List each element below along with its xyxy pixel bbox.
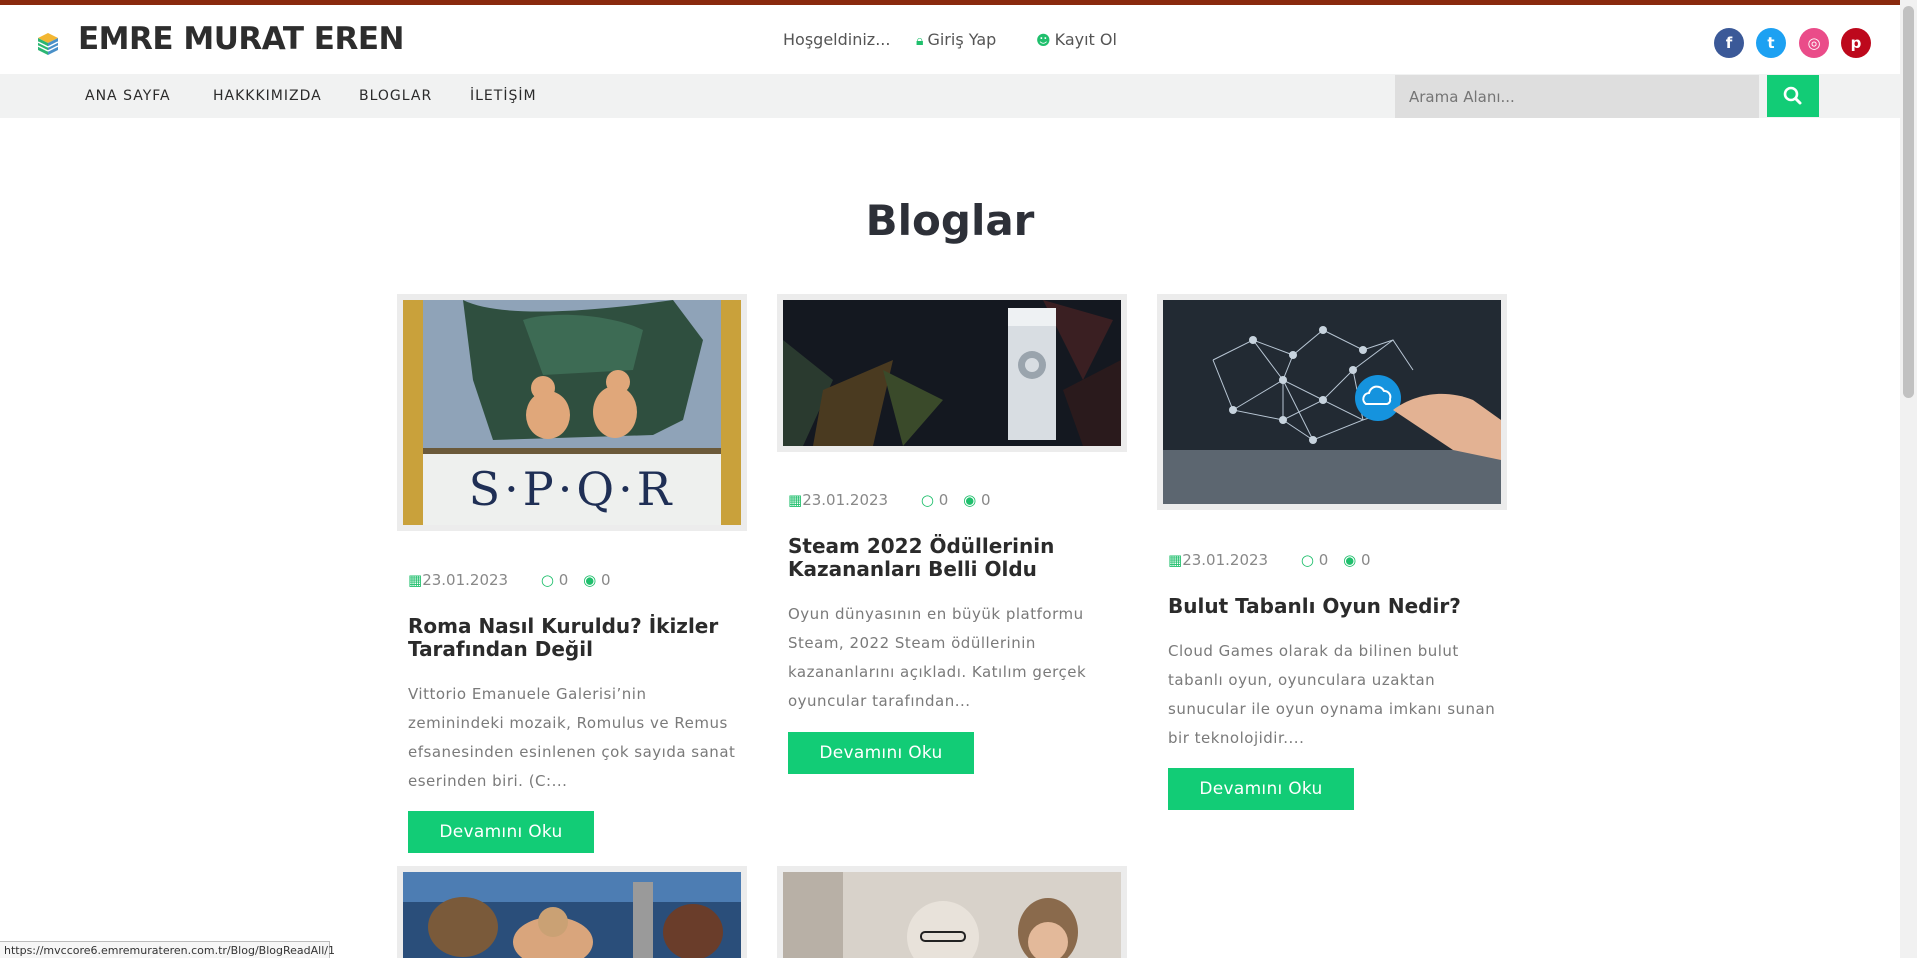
post-image-painting[interactable] <box>397 866 747 958</box>
login-link[interactable]: 🔒︎ Giriş Yap <box>916 30 996 49</box>
view-count: 0 <box>600 571 611 589</box>
painting-illustration <box>403 872 741 958</box>
scrollbar-thumb[interactable] <box>1903 6 1914 398</box>
spqr-text: S·P·Q·R <box>468 462 676 516</box>
site-header: EMRE MURAT EREN Hoşgeldiniz... 🔒︎ Giriş Y… <box>0 5 1900 74</box>
post-title[interactable]: Bulut Tabanlı Oyun Nedir? <box>1168 595 1508 618</box>
logo-icon[interactable] <box>34 28 64 58</box>
view-count: 0 <box>1360 551 1371 569</box>
welcome-text: Hoşgeldiniz... <box>783 30 891 49</box>
login-label: Giriş Yap <box>927 30 997 49</box>
lock-icon: 🔒︎ <box>916 33 924 49</box>
pinterest-icon[interactable]: p <box>1841 28 1871 58</box>
comment-count: 0 <box>1318 551 1329 569</box>
post-date: 23.01.2023 <box>802 491 889 509</box>
post-excerpt: Oyun dünyasının en büyük platformu Steam… <box>788 605 1087 710</box>
comment-icon: ○ <box>540 571 554 589</box>
comment-icon: ○ <box>1300 551 1314 569</box>
read-more-button[interactable]: Devamını Oku <box>408 811 594 853</box>
post-excerpt: Vittorio Emanuele Galerisi’nin zemininde… <box>408 685 736 790</box>
post-image-people[interactable] <box>777 866 1127 958</box>
search-input[interactable] <box>1395 75 1759 118</box>
steam-award-illustration <box>783 300 1121 446</box>
post-meta: ▦23.01.2023 ○ 0 ◉ 0 <box>408 571 610 589</box>
post-title[interactable]: Steam 2022 Ödüllerinin Kazananları Belli… <box>788 535 1128 581</box>
nav-item-blogs[interactable]: BLOGLAR <box>359 88 432 104</box>
nav-item-contact[interactable]: İLETİŞİM <box>470 88 537 104</box>
post-excerpt: Cloud Games olarak da bilinen bulut taba… <box>1168 642 1496 747</box>
nav-item-home[interactable]: ANA SAYFA <box>85 88 171 104</box>
register-label: Kayıt Ol <box>1054 30 1117 49</box>
calendar-icon: ▦ <box>408 571 423 589</box>
twitter-icon[interactable]: t <box>1756 28 1786 58</box>
calendar-icon: ▦ <box>788 491 803 509</box>
register-link[interactable]: ☻ Kayıt Ol <box>1036 30 1117 49</box>
eye-icon: ◉ <box>1343 551 1357 569</box>
page-title: Bloglar <box>865 196 1035 245</box>
post-image-roma[interactable]: S·P·Q·R <box>397 294 747 531</box>
read-more-button[interactable]: Devamını Oku <box>1168 768 1354 810</box>
eye-icon: ◉ <box>963 491 977 509</box>
post-date: 23.01.2023 <box>1182 551 1269 569</box>
post-image-cloud[interactable] <box>1157 294 1507 510</box>
comment-count: 0 <box>558 571 569 589</box>
comment-icon: ○ <box>920 491 934 509</box>
dribbble-icon[interactable]: ◎ <box>1799 28 1829 58</box>
search-button[interactable] <box>1767 75 1819 117</box>
user-icon: ☻ <box>1036 33 1051 49</box>
view-count: 0 <box>980 491 991 509</box>
read-more-button[interactable]: Devamını Oku <box>788 732 974 774</box>
search-icon <box>1783 86 1802 105</box>
nav-item-about[interactable]: HAKKKIMIZDA <box>213 88 322 104</box>
comment-count: 0 <box>938 491 949 509</box>
people-illustration <box>783 872 1121 958</box>
post-meta: ▦23.01.2023 ○ 0 ◉ 0 <box>1168 551 1370 569</box>
post-image-steam[interactable] <box>777 294 1127 452</box>
status-bar-url: https://mvccore6.emremurateren.com.tr/Bl… <box>0 941 335 958</box>
post-meta: ▦23.01.2023 ○ 0 ◉ 0 <box>788 491 990 509</box>
post-date: 23.01.2023 <box>422 571 509 589</box>
post-title[interactable]: Roma Nasıl Kuruldu? İkizler Tarafından D… <box>408 615 748 661</box>
brand-name[interactable]: EMRE MURAT EREN <box>78 21 404 57</box>
cloud-network-illustration <box>1163 300 1501 504</box>
calendar-icon: ▦ <box>1168 551 1183 569</box>
facebook-icon[interactable]: f <box>1714 28 1744 58</box>
eye-icon: ◉ <box>583 571 597 589</box>
